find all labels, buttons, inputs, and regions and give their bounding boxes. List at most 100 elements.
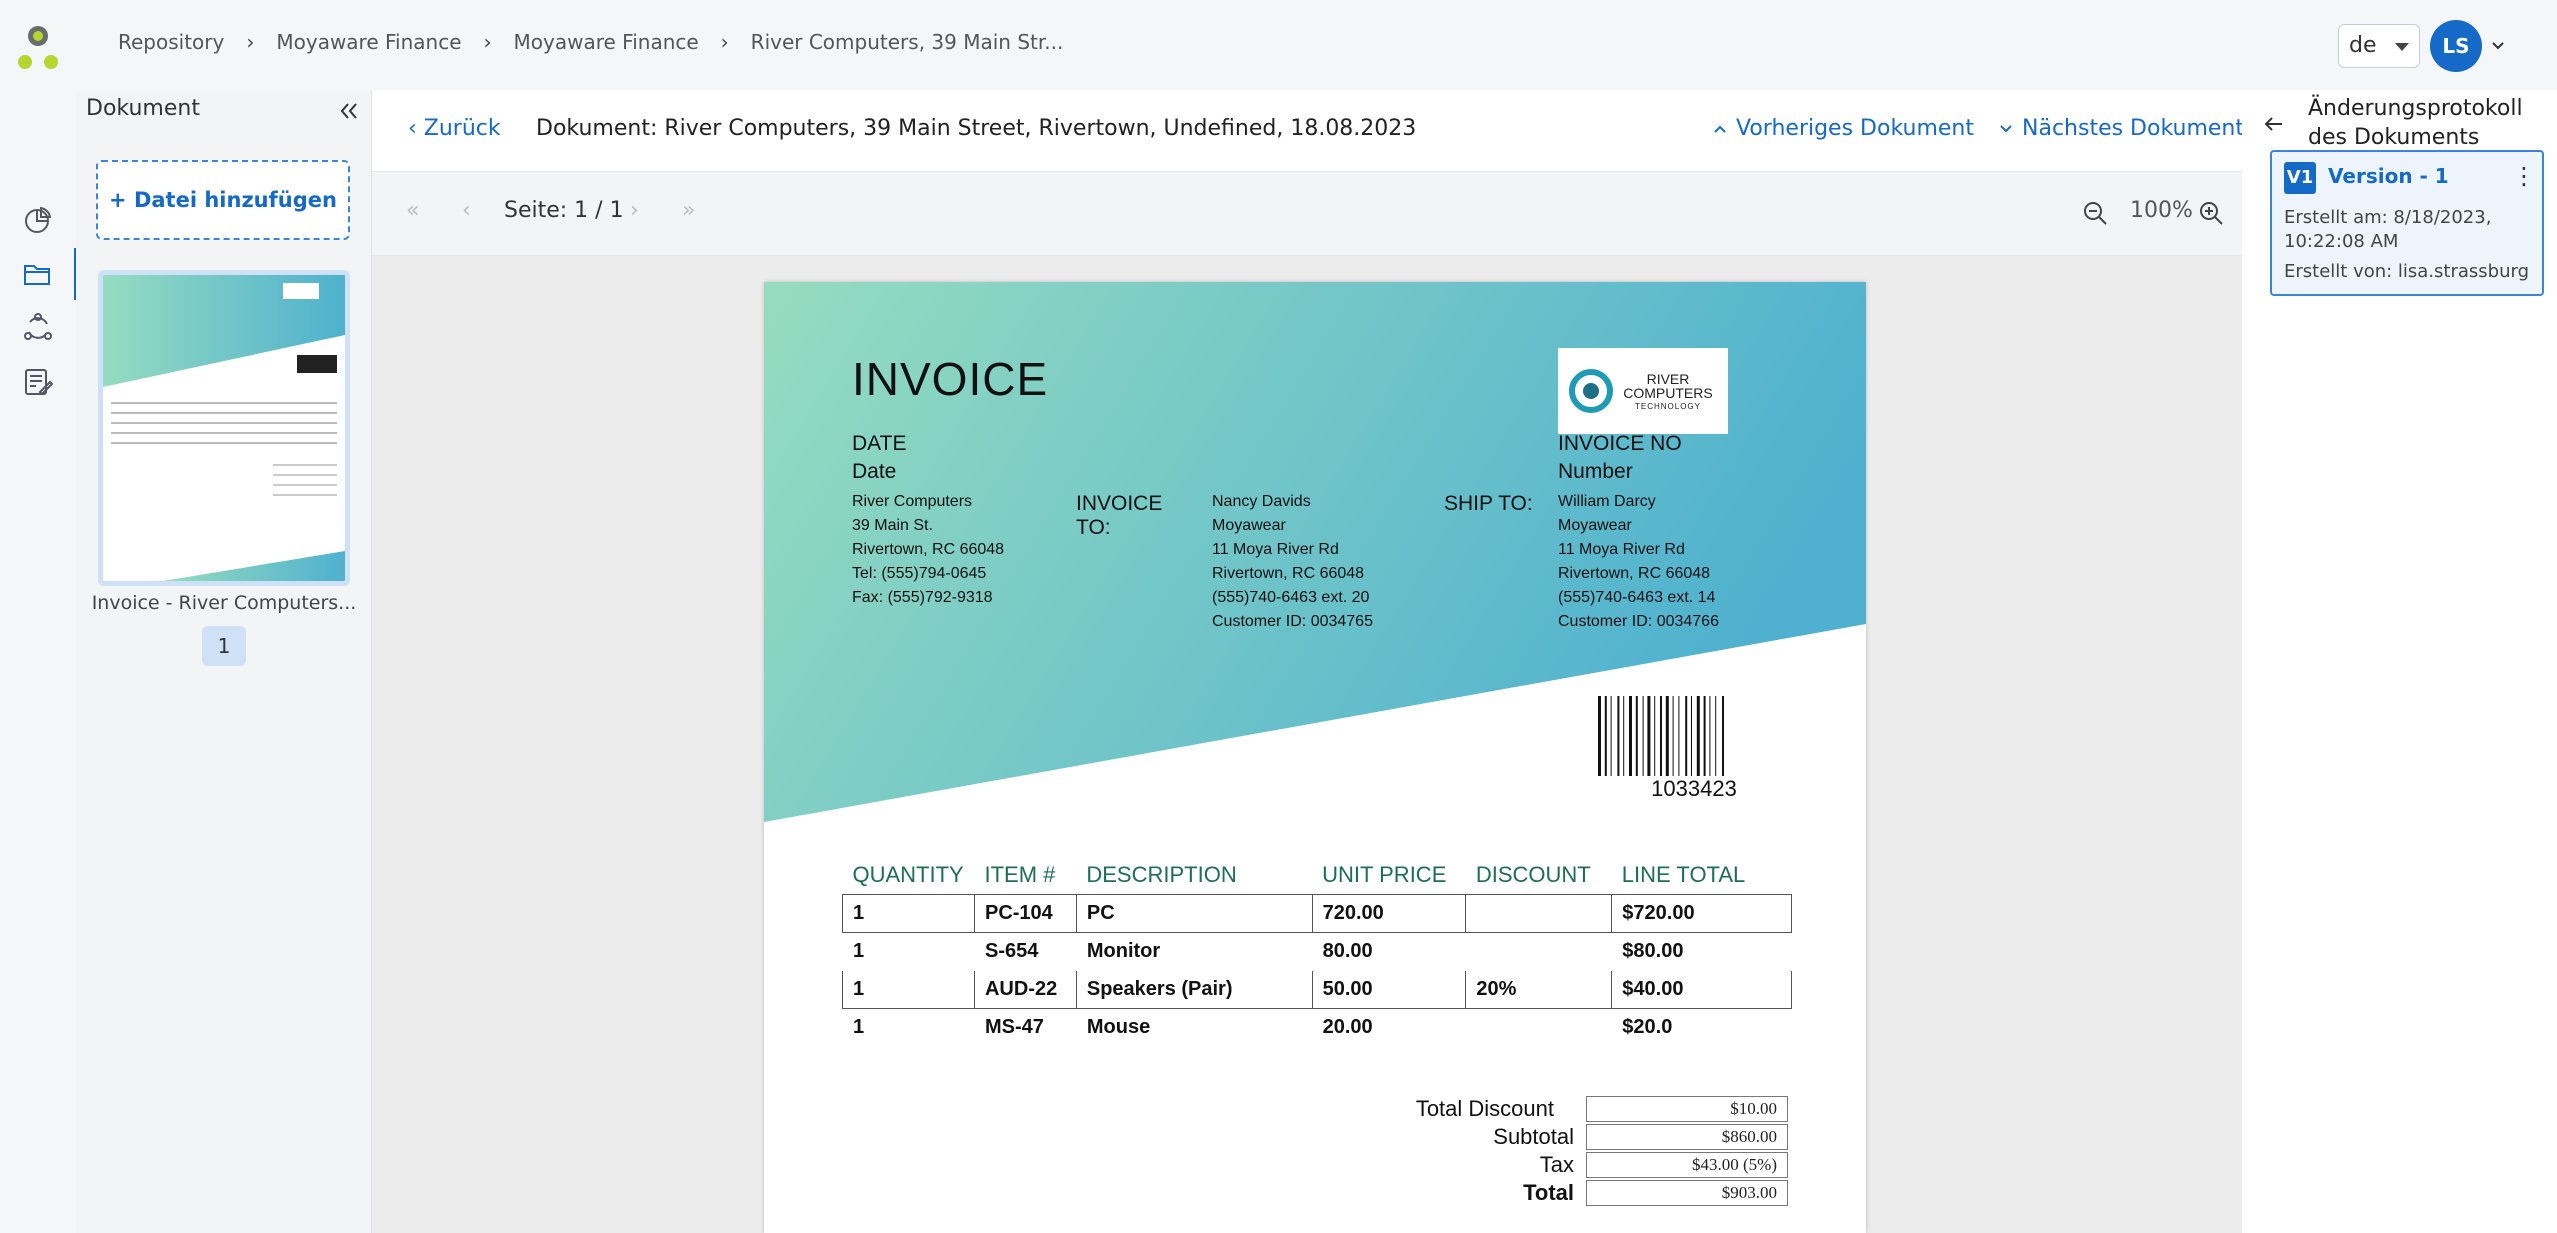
change-log-title: Änderungsprotokoll des Dokuments: [2308, 96, 2523, 150]
document-panel-title: Dokument: [86, 96, 200, 121]
logo-text-technology: TECHNOLOGY: [1634, 402, 1701, 411]
chevron-left-icon: ‹: [408, 116, 424, 141]
total-value: $903.00: [1586, 1180, 1788, 1206]
caret-down-icon: [2395, 43, 2409, 51]
invoice-number-label: INVOICE NO: [1558, 432, 1682, 455]
user-avatar[interactable]: LS: [2430, 20, 2482, 72]
cell-line-total: $80.00: [1622, 940, 1684, 962]
zoom-level: 100%: [2130, 198, 2193, 223]
document-header: ‹ Zurück Dokument: River Computers, 39 M…: [372, 90, 2244, 172]
language-select[interactable]: de: [2338, 24, 2420, 68]
breadcrumb-moyaware-finance-2[interactable]: Moyaware Finance: [514, 30, 699, 54]
arrow-left-icon[interactable]: [2262, 112, 2286, 136]
column-header: LINE TOTAL: [1621, 862, 1746, 887]
language-value: de: [2349, 33, 2377, 58]
previous-document-button[interactable]: Vorheriges Dokument: [1712, 116, 1974, 141]
zoom-in-icon[interactable]: [2198, 200, 2224, 226]
table-row: 1 MS-47 Mouse 20.00 $20.0: [843, 1009, 1792, 1047]
company-logo: RIVER COMPUTERS TECHNOLOGY: [1558, 348, 1728, 434]
version-label: Version - 1: [2328, 164, 2449, 188]
version-card[interactable]: V1 Version - 1 ⋮ Erstellt am: 8/18/2023,…: [2270, 150, 2544, 296]
more-options-icon[interactable]: ⋮: [2512, 162, 2536, 190]
date-label: DATE: [852, 432, 907, 455]
document-panel: Dokument + Datei hinzufügen Invoice - Ri…: [76, 90, 372, 1233]
cell-quantity: 1: [853, 940, 865, 962]
cell-description: Speakers (Pair): [1075, 970, 1313, 1009]
table-row: 1 S-654 Monitor 80.00 $80.00: [843, 933, 1792, 971]
invoice-to-address: Nancy Davids Moyawear 11 Moya River Rd R…: [1212, 493, 1373, 630]
invoice-to-label: INVOICE TO:: [1076, 492, 1163, 539]
logo-mark-icon: [1569, 369, 1613, 413]
app-logo[interactable]: [16, 24, 60, 72]
barcode-image: [1598, 696, 1724, 776]
next-page-icon[interactable]: ›: [630, 198, 639, 223]
ship-to-label: SHIP TO:: [1444, 492, 1533, 515]
cell-item: S-654: [984, 940, 1039, 962]
back-button[interactable]: ‹ Zurück: [408, 116, 501, 141]
left-navigation: [0, 90, 76, 1233]
column-header: DISCOUNT: [1475, 862, 1591, 887]
chevron-up-icon: [1714, 125, 1726, 133]
chevron-right-icon: ›: [246, 30, 255, 54]
logo-text-computers: COMPUTERS: [1623, 385, 1713, 401]
add-file-button[interactable]: + Datei hinzufügen: [96, 160, 350, 240]
previous-document-label: Vorheriges Dokument: [1736, 116, 1974, 141]
cell-item: PC-104: [973, 894, 1077, 933]
column-header: ITEM #: [984, 862, 1056, 887]
total-discount-value: $10.00: [1586, 1096, 1788, 1122]
table-row: 1 PC-104 PC 720.00 $720.00: [842, 894, 1792, 933]
cell-discount: [1466, 1009, 1612, 1047]
collapse-panel-icon[interactable]: [338, 100, 360, 122]
column-header: UNIT PRICE: [1322, 862, 1447, 887]
chevron-down-icon[interactable]: [2490, 38, 2506, 54]
from-address: River Computers 39 Main St. Rivertown, R…: [852, 493, 1005, 606]
next-document-button[interactable]: Nächstes Dokument: [1998, 116, 2244, 141]
tax-label: Tax: [1539, 1152, 1574, 1177]
chevron-right-icon: ›: [483, 30, 492, 54]
cell-line-total: $720.00: [1611, 894, 1792, 933]
breadcrumb-repository[interactable]: Repository: [118, 30, 224, 54]
table-row: 1 AUD-22 Speakers (Pair) 50.00 20% $40.0…: [842, 970, 1792, 1009]
last-page-icon[interactable]: »: [682, 198, 695, 223]
version-created-at: Erstellt am: 8/18/2023, 10:22:08 AM: [2284, 207, 2492, 252]
cell-quantity: 1: [853, 1016, 865, 1038]
cell-line-total: $40.00: [1611, 970, 1792, 1009]
thumbnail-filename: Invoice - River Computers...: [91, 592, 357, 614]
next-document-label: Nächstes Dokument: [2022, 116, 2244, 141]
top-bar: Repository › Moyaware Finance › Moyaware…: [0, 0, 2557, 90]
cell-unit-price: 80.00: [1322, 940, 1373, 962]
first-page-icon[interactable]: «: [406, 198, 419, 223]
invoice-page: INVOICE DATE Date River Computers 39 Mai…: [764, 282, 1866, 1233]
breadcrumb-current-document[interactable]: River Computers, 39 Main Str...: [751, 30, 1064, 54]
folder-icon[interactable]: [22, 258, 54, 290]
document-title: Dokument: River Computers, 39 Main Stree…: [536, 116, 1417, 141]
cell-line-total: $20.0: [1622, 1016, 1673, 1038]
breadcrumb: Repository › Moyaware Finance › Moyaware…: [118, 30, 1063, 54]
task-list-icon[interactable]: [22, 366, 54, 398]
previous-page-icon[interactable]: ‹: [462, 198, 471, 223]
subtotal-value: $860.00: [1586, 1124, 1788, 1150]
cell-item: MS-47: [984, 1016, 1044, 1038]
cell-quantity: 1: [842, 894, 975, 933]
cell-description: PC: [1075, 894, 1313, 933]
invoice-number-value: Number: [1558, 460, 1633, 483]
version-created-by: Erstellt von: lisa.strassburg: [2284, 261, 2530, 282]
chevron-right-icon: ›: [720, 30, 729, 54]
subtotal-label: Subtotal: [1493, 1124, 1574, 1149]
cell-discount: [1465, 894, 1613, 933]
cell-item: AUD-22: [973, 970, 1077, 1009]
cell-quantity: 1: [842, 970, 975, 1009]
change-log-panel: Änderungsprotokoll des Dokuments V1 Vers…: [2242, 90, 2557, 1233]
workflow-cycle-icon[interactable]: [22, 312, 54, 344]
document-thumbnail[interactable]: [98, 270, 350, 586]
logo-text-river: RIVER: [1646, 371, 1690, 387]
dashboard-chart-icon[interactable]: [22, 204, 54, 236]
invoice-heading: INVOICE: [852, 353, 1049, 405]
date-value: Date: [852, 460, 897, 483]
version-badge: V1: [2284, 162, 2316, 194]
breadcrumb-moyaware-finance-1[interactable]: Moyaware Finance: [276, 30, 461, 54]
viewer-toolbar: « ‹ Seite: 1 / 1 › » 100%: [372, 172, 2242, 256]
zoom-out-icon[interactable]: [2082, 200, 2108, 226]
total-label: Total: [1523, 1180, 1574, 1205]
page-number-badge[interactable]: 1: [202, 626, 246, 666]
